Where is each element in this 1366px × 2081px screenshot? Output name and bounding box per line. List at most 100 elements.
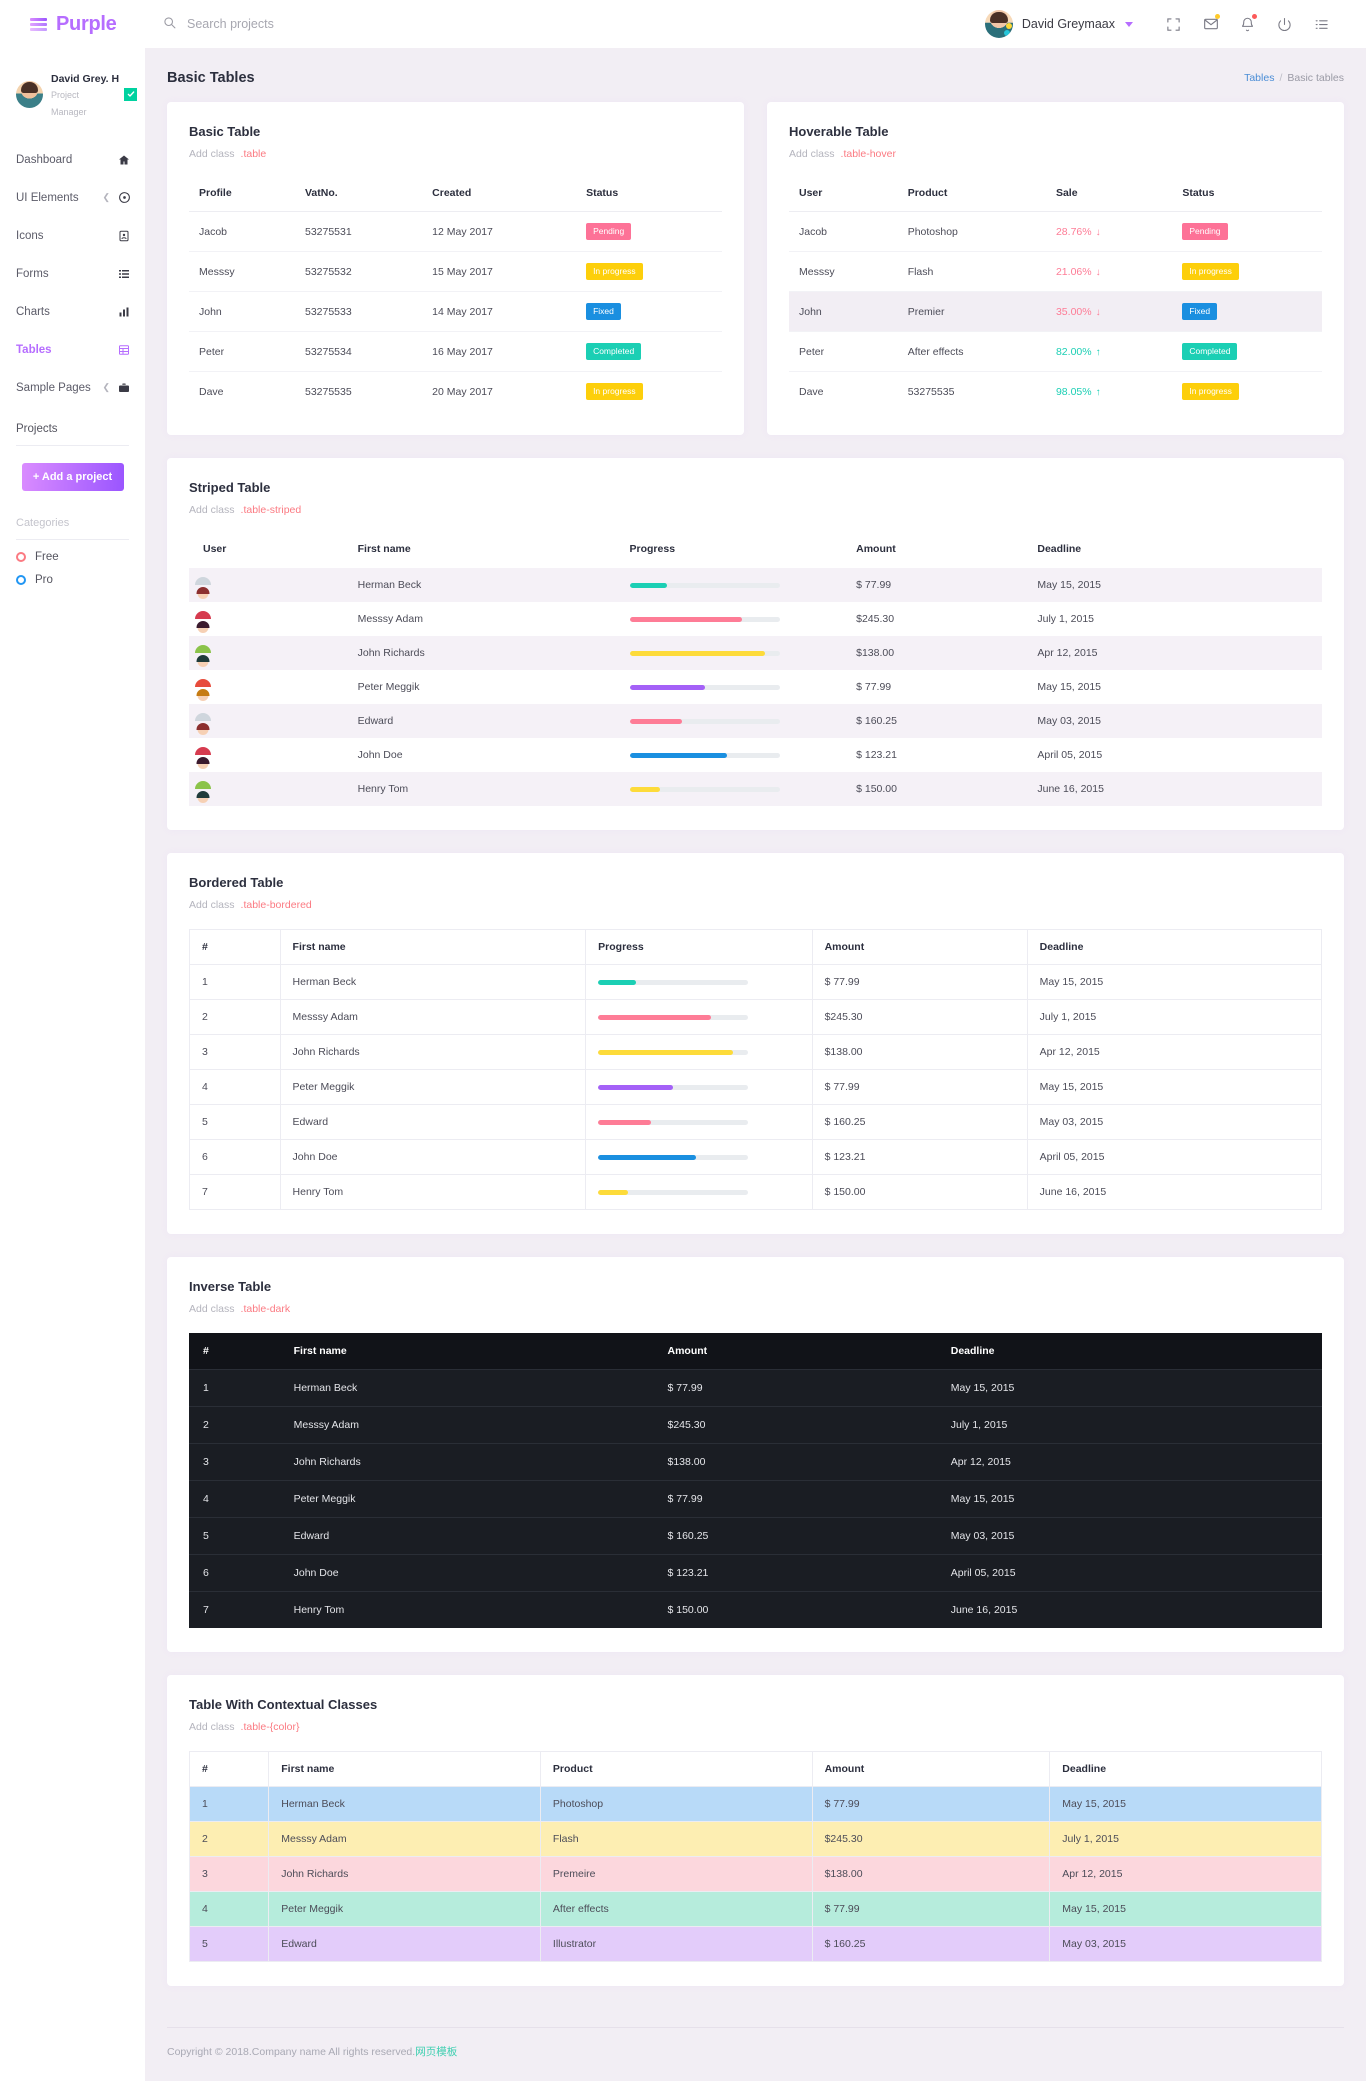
- table-row[interactable]: 1 Herman Beck $ 77.99 May 15, 2015: [189, 1369, 1322, 1408]
- table-row[interactable]: 5 Edward $ 160.25 May 03, 2015: [189, 1104, 1323, 1141]
- table-row[interactable]: Herman Beck $ 77.99 May 15, 2015: [189, 568, 1322, 603]
- profile-cell: John: [189, 291, 295, 333]
- bell-badge-dot: [1252, 14, 1257, 19]
- first-name-cell: Henry Tom: [279, 1174, 587, 1211]
- table-row[interactable]: Dave 53275535 98.05% ↑ In progress: [789, 372, 1322, 412]
- table-row[interactable]: Peter After effects 82.00% ↑ Completed: [789, 331, 1322, 373]
- status-badge: Pending: [586, 223, 632, 241]
- table-row[interactable]: Messsy Adam $245.30 July 1, 2015: [189, 602, 1322, 636]
- amount-cell: $ 123.21: [653, 1554, 937, 1593]
- chevron-left-icon: ❮: [102, 382, 110, 393]
- navbar-profile[interactable]: David Greymaax: [984, 10, 1155, 38]
- chart-icon: [117, 306, 131, 318]
- index-cell: 2: [188, 1821, 270, 1858]
- table-row[interactable]: 4 Peter Meggik After effects $ 77.99 May 15,…: [188, 1891, 1322, 1928]
- deadline-cell: April 05, 2015: [1026, 1139, 1323, 1176]
- table-row[interactable]: 4 Peter Meggik $ 77.99 May 15, 2015: [189, 1480, 1322, 1519]
- arrow-down-icon: ↓: [1095, 306, 1101, 318]
- card-subtitle: Add class .table-bordered: [189, 899, 1322, 911]
- table-row[interactable]: Messsy 53275532 15 May 2017 In progress: [189, 251, 722, 293]
- amount-cell: $ 160.25: [811, 1926, 1051, 1963]
- sidebar-item-forms[interactable]: Forms: [0, 259, 145, 289]
- bell-icon[interactable]: [1229, 0, 1266, 48]
- index-cell: 3: [189, 1034, 281, 1071]
- progress-bar-fill: [629, 582, 668, 588]
- sidebar-item-tables[interactable]: Tables: [0, 335, 145, 365]
- sidebar-category-pro[interactable]: Pro: [0, 563, 145, 586]
- first-name-cell: Peter Meggik: [279, 1480, 654, 1519]
- table-row[interactable]: 7 Henry Tom $ 150.00 June 16, 2015: [189, 1592, 1322, 1629]
- inverse-table: # First name Amount Deadline 1 Herman Bec…: [189, 1333, 1322, 1629]
- table-row[interactable]: 6 John Doe $ 123.21 April 05, 2015: [189, 1554, 1322, 1593]
- progress-cell: [585, 999, 813, 1036]
- search-input[interactable]: [187, 17, 427, 31]
- index-cell: 5: [189, 1104, 281, 1141]
- table-row[interactable]: 6 John Doe $ 123.21 April 05, 2015: [189, 1139, 1323, 1176]
- verified-check-icon: [124, 87, 137, 101]
- hoverable-table: User Product Sale Status Jacob Photoshop 2…: [789, 178, 1322, 411]
- index-cell: 7: [189, 1174, 281, 1211]
- breadcrumb-root[interactable]: Tables: [1244, 72, 1274, 84]
- table-row[interactable]: John Richards $138.00 Apr 12, 2015: [189, 636, 1322, 671]
- table-row[interactable]: Dave 53275535 20 May 2017 In progress: [189, 372, 722, 412]
- table-row[interactable]: 1 Herman Beck $ 77.99 May 15, 2015: [189, 964, 1323, 1001]
- table-row[interactable]: John Premier 35.00% ↓ Fixed: [789, 291, 1322, 333]
- sale-cell: 82.00% ↑: [1045, 331, 1173, 373]
- deadline-cell: May 03, 2015: [1049, 1926, 1322, 1963]
- table-row[interactable]: Jacob Photoshop 28.76% ↓ Pending: [789, 211, 1322, 253]
- table-row[interactable]: 3 John Richards Premeire $138.00 Apr 12, 201…: [188, 1856, 1322, 1893]
- first-name-cell: John Richards: [279, 1443, 654, 1482]
- search-area[interactable]: [163, 16, 985, 32]
- table-row[interactable]: 1 Herman Beck Photoshop $ 77.99 May 15, 2015: [188, 1786, 1322, 1823]
- table-row[interactable]: Henry Tom $ 150.00 June 16, 2015: [189, 772, 1322, 807]
- progress-bar-fill: [598, 1189, 629, 1195]
- table-row[interactable]: 2 Messsy Adam $245.30 July 1, 2015: [189, 1406, 1322, 1445]
- table-row[interactable]: Peter 53275534 16 May 2017 Completed: [189, 331, 722, 373]
- brand-name: Purple: [56, 12, 117, 35]
- progress-bar: [598, 979, 749, 985]
- card-subtitle-label: Add class: [789, 148, 835, 160]
- table-row[interactable]: 3 John Richards $138.00 Apr 12, 2015: [189, 1034, 1323, 1071]
- email-icon[interactable]: [1192, 0, 1229, 48]
- table-row[interactable]: 7 Henry Tom $ 150.00 June 16, 2015: [189, 1174, 1323, 1211]
- navbar-username: David Greymaax: [1021, 17, 1115, 31]
- footer-link[interactable]: 网页模板: [415, 2046, 457, 2058]
- table-row[interactable]: John Doe $ 123.21 April 05, 2015: [189, 738, 1322, 772]
- table-row[interactable]: 2 Messsy Adam Flash $245.30 July 1, 2015: [188, 1821, 1322, 1858]
- column-header: User: [203, 543, 227, 556]
- table-row[interactable]: John 53275533 14 May 2017 Fixed: [189, 291, 722, 333]
- table-row[interactable]: 2 Messsy Adam $245.30 July 1, 2015: [189, 999, 1323, 1036]
- table-row[interactable]: Peter Meggik $ 77.99 May 15, 2015: [189, 670, 1322, 704]
- table-row[interactable]: 3 John Richards $138.00 Apr 12, 2015: [189, 1443, 1322, 1482]
- add-project-button[interactable]: + Add a project: [21, 462, 124, 491]
- fullscreen-icon[interactable]: [1155, 0, 1192, 48]
- brand-logo-area[interactable]: Purple: [0, 0, 145, 48]
- sidebar-item-dashboard[interactable]: Dashboard: [0, 145, 145, 175]
- row-inverse: Inverse Table Add class .table-dark # Fir…: [167, 1257, 1344, 1653]
- sidebar-profile[interactable]: David Grey. H Project Manager: [0, 60, 145, 137]
- first-name-cell: Henry Tom: [347, 772, 620, 807]
- card-inverse-table: Inverse Table Add class .table-dark # Fir…: [167, 1257, 1344, 1653]
- sidebar-item-ui-elements[interactable]: UI Elements ❮: [0, 183, 145, 213]
- progress-bar: [629, 616, 780, 622]
- sidebar-item-sample-pages[interactable]: Sample Pages ❮: [0, 373, 145, 403]
- table-row[interactable]: 5 Edward $ 160.25 May 03, 2015: [189, 1517, 1322, 1556]
- deadline-cell: June 16, 2015: [950, 1604, 1018, 1617]
- table-row[interactable]: Edward $ 160.25 May 03, 2015: [189, 704, 1322, 739]
- table-row[interactable]: Jacob 53275531 12 May 2017 Pending: [189, 211, 722, 253]
- row-bordered: Bordered Table Add class .table-bordered …: [167, 853, 1344, 1235]
- sidebar-item-charts[interactable]: Charts: [0, 297, 145, 327]
- status-badge: In progress: [586, 383, 643, 401]
- table-row[interactable]: Messsy Flash 21.06% ↓ In progress: [789, 251, 1322, 293]
- amount-cell: $ 77.99: [856, 681, 892, 694]
- sidebar-category-free[interactable]: Free: [0, 540, 145, 563]
- table-row[interactable]: 5 Edward Illustrator $ 160.25 May 03, 2015: [188, 1926, 1322, 1963]
- amount-cell: $ 77.99: [653, 1369, 937, 1408]
- table-row[interactable]: 4 Peter Meggik $ 77.99 May 15, 2015: [189, 1069, 1323, 1106]
- column-header: Created: [422, 178, 577, 212]
- sidebar-item-icons[interactable]: Icons: [0, 221, 145, 251]
- power-icon[interactable]: [1266, 0, 1303, 48]
- contact-icon: [117, 230, 131, 242]
- list-icon[interactable]: [1303, 0, 1340, 48]
- card-subtitle-label: Add class: [189, 504, 235, 517]
